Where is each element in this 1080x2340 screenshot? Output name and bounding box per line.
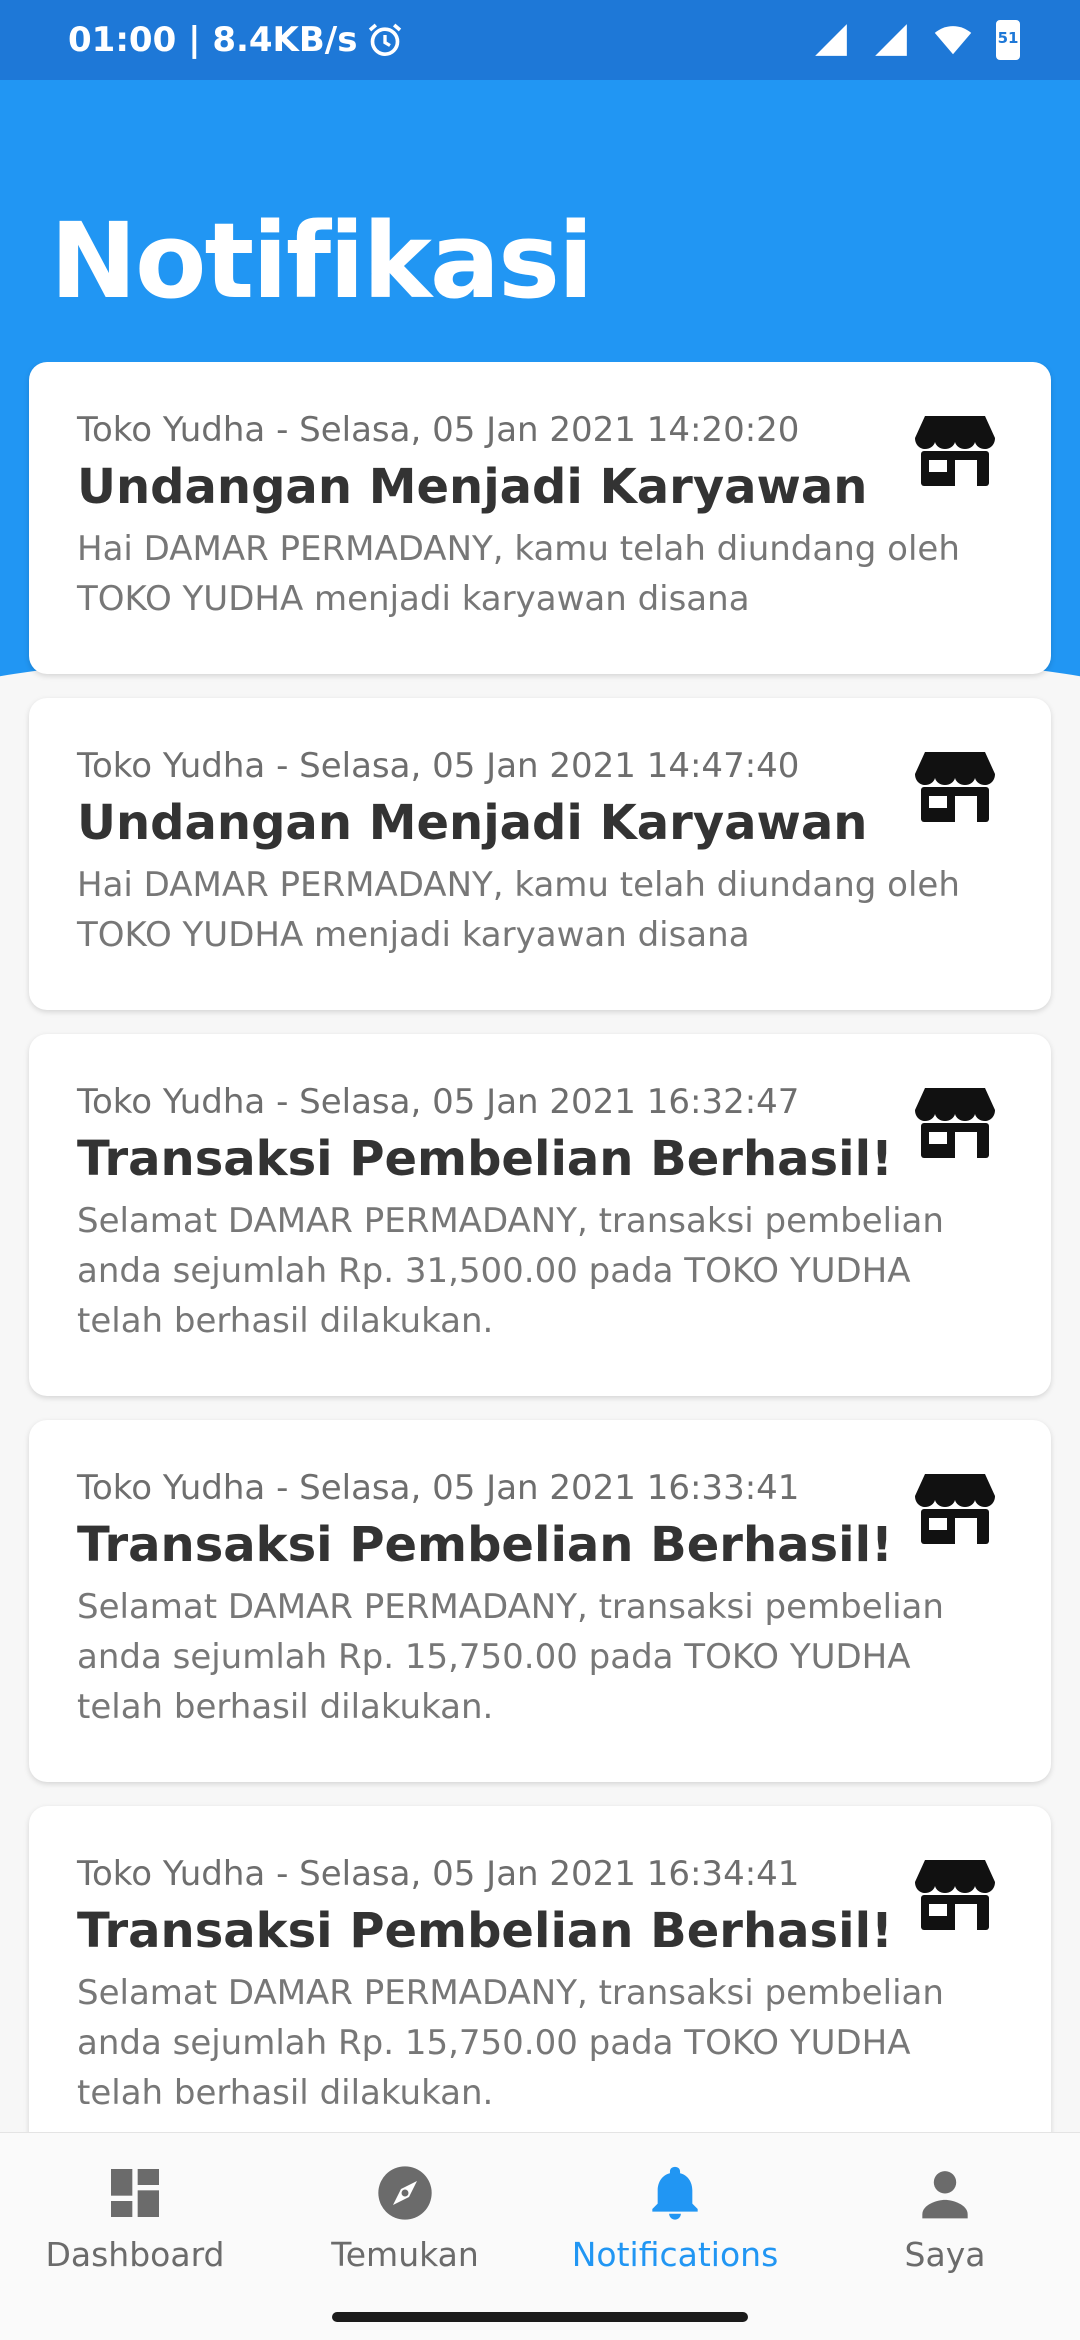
compass-icon: [378, 2166, 432, 2220]
signal-icon-2: [875, 24, 907, 56]
nav-temukan[interactable]: Temukan: [270, 2133, 540, 2303]
nav-dashboard-label: Dashboard: [45, 2235, 225, 2274]
nav-dashboard[interactable]: Dashboard: [0, 2133, 270, 2303]
page-title: Notifikasi: [50, 200, 594, 322]
bottom-nav: Dashboard Temukan Notifications Saya: [0, 2132, 1080, 2340]
notification-body: Selamat DAMAR PERMADANY, transaksi pembe…: [77, 1973, 944, 2113]
notification-title: Transaksi Pembelian Berhasil!: [77, 1903, 893, 1959]
nav-saya-label: Saya: [904, 2235, 986, 2274]
notification-body: Selamat DAMAR PERMADANY, transaksi pembe…: [77, 1587, 944, 1727]
shop-icon: [915, 1860, 995, 1930]
alarm-icon: [369, 23, 402, 57]
wifi-icon: [934, 26, 972, 55]
notification-list[interactable]: Toko Yudha - Selasa, 05 Jan 2021 14:20:2…: [0, 362, 1080, 2132]
signal-icon: [815, 24, 847, 56]
notification-title: Transaksi Pembelian Berhasil!: [77, 1131, 893, 1187]
notification-title: Undangan Menjadi Karyawan: [77, 459, 868, 515]
battery-level: 51: [997, 29, 1019, 47]
notification-body: Hai DAMAR PERMADANY, kamu telah diundang…: [77, 529, 960, 619]
nav-notifications-label: Notifications: [571, 2235, 779, 2274]
status-bar: 01:00 | 8.4KB/s 51: [0, 0, 1080, 80]
nav-temukan-label: Temukan: [331, 2235, 479, 2274]
nav-saya[interactable]: Saya: [810, 2133, 1080, 2303]
notification-meta: Toko Yudha - Selasa, 05 Jan 2021 14:47:4…: [77, 746, 800, 786]
notification-card[interactable]: Toko Yudha - Selasa, 05 Jan 2021 16:34:4…: [29, 1806, 1051, 2132]
bell-icon: [652, 2166, 698, 2220]
notification-card[interactable]: Toko Yudha - Selasa, 05 Jan 2021 14:47:4…: [29, 698, 1051, 1010]
notification-body: Hai DAMAR PERMADANY, kamu telah diundang…: [77, 865, 960, 955]
notification-card[interactable]: Toko Yudha - Selasa, 05 Jan 2021 16:32:4…: [29, 1034, 1051, 1396]
notification-meta: Toko Yudha - Selasa, 05 Jan 2021 16:34:4…: [77, 1854, 800, 1894]
shop-icon: [915, 1088, 995, 1158]
notification-title: Undangan Menjadi Karyawan: [77, 795, 868, 851]
home-indicator: [332, 2312, 748, 2322]
notification-meta: Toko Yudha - Selasa, 05 Jan 2021 16:32:4…: [77, 1082, 800, 1122]
notification-card[interactable]: Toko Yudha - Selasa, 05 Jan 2021 16:33:4…: [29, 1420, 1051, 1782]
notification-meta: Toko Yudha - Selasa, 05 Jan 2021 14:20:2…: [77, 410, 800, 450]
status-time-speed: 01:00 | 8.4KB/s: [68, 20, 358, 60]
notification-body: Selamat DAMAR PERMADANY, transaksi pembe…: [77, 1201, 944, 1341]
person-icon: [922, 2171, 968, 2219]
shop-icon: [915, 752, 995, 822]
shop-icon: [915, 1474, 995, 1544]
notification-card[interactable]: Toko Yudha - Selasa, 05 Jan 2021 14:20:2…: [29, 362, 1051, 674]
battery-icon: 51: [996, 20, 1020, 60]
dashboard-icon: [111, 2169, 159, 2217]
nav-notifications[interactable]: Notifications: [540, 2133, 810, 2303]
notification-meta: Toko Yudha - Selasa, 05 Jan 2021 16:33:4…: [77, 1468, 800, 1508]
shop-icon: [915, 416, 995, 486]
notification-title: Transaksi Pembelian Berhasil!: [77, 1517, 893, 1573]
